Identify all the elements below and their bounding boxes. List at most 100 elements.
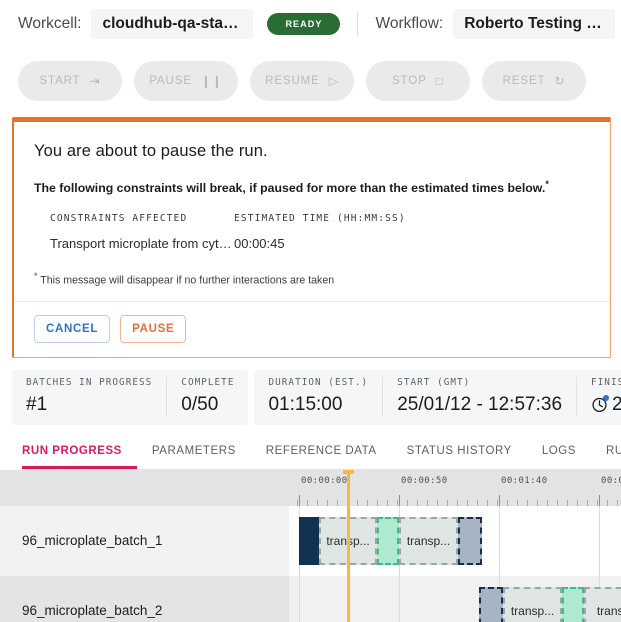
clock-badge-dot xyxy=(603,395,609,401)
playhead-handle[interactable] xyxy=(343,470,354,474)
workflow-label: Workflow: xyxy=(375,15,443,33)
gantt-bar[interactable]: transp... xyxy=(503,587,562,622)
resume-button[interactable]: RESUME ▷ xyxy=(250,61,354,101)
app-root: Workcell: cloudhub-qa-stagin... READY Wo… xyxy=(0,0,621,622)
stat-value: 01:15:00 xyxy=(268,394,368,416)
stat-start: START (GMT) 25/01/12 - 12:57:36 xyxy=(383,377,577,416)
header-divider xyxy=(357,11,358,37)
gantt-row-track[interactable]: transp... transp xyxy=(289,576,621,622)
playhead-marker[interactable] xyxy=(347,506,350,576)
stat-key: BATCHES IN PROGRESS xyxy=(26,377,152,388)
alert-title: You are about to pause the run. xyxy=(34,142,592,161)
reset-icon: ↻ xyxy=(554,75,565,87)
gantt-gridline xyxy=(399,576,400,622)
clock-icon xyxy=(591,396,608,413)
gantt-bar[interactable] xyxy=(299,517,319,565)
gantt-row-label: 96_microplate_batch_1 xyxy=(0,506,289,576)
run-controls: START ⇥ PAUSE ❙❙ RESUME ▷ STOP □ RESET ↻ xyxy=(0,47,621,109)
stat-value-wrap: 25/01/12 - 14:12 xyxy=(591,394,621,416)
workflow-value[interactable]: Roberto Testing - Cyt... xyxy=(453,9,615,39)
stat-key: FINISH (EST. GMT) xyxy=(591,377,621,388)
gantt-time-ruler: 00:00:00 00:00:50 00:01:40 00:0 xyxy=(289,470,621,506)
tab-status-history[interactable]: STATUS HISTORY xyxy=(392,445,527,469)
alert-footnote: * This message will disappear if no furt… xyxy=(34,271,592,287)
tab-logs[interactable]: LOGS xyxy=(527,445,591,469)
stat-complete: COMPLETE 0/50 xyxy=(167,377,248,416)
stop-button[interactable]: STOP □ xyxy=(366,61,470,101)
gantt-bar[interactable] xyxy=(562,587,584,622)
stat-finish: FINISH (EST. GMT) 25/01/12 - 14:12 xyxy=(577,377,621,416)
stat-value: #1 xyxy=(26,394,152,416)
content-tabs: RUN PROGRESS PARAMETERS REFERENCE DATA S… xyxy=(22,445,621,470)
gantt-gridline xyxy=(499,506,500,576)
stat-key: START (GMT) xyxy=(397,377,562,388)
time-tick-label: 00:00:00 xyxy=(301,476,348,486)
stop-label: STOP xyxy=(392,75,427,87)
gantt-row: 96_microplate_batch_2 transp... transp xyxy=(0,576,621,622)
gantt-bar[interactable]: transp... xyxy=(399,517,458,565)
time-tick-label: 00:0 xyxy=(601,476,621,486)
constraints-table-header: CONSTRAINTS AFFECTED ESTIMATED TIME (HH:… xyxy=(34,213,592,224)
constraints-table: CONSTRAINTS AFFECTED ESTIMATED TIME (HH:… xyxy=(34,213,592,251)
top-header: Workcell: cloudhub-qa-stagin... READY Wo… xyxy=(0,0,621,47)
time-tick-major xyxy=(399,495,400,506)
pause-button[interactable]: PAUSE ❙❙ xyxy=(134,61,238,101)
time-tick-major xyxy=(499,495,500,506)
gantt-row-track[interactable]: transp...transp... xyxy=(289,506,621,576)
constraint-time: 00:00:45 xyxy=(234,236,285,251)
tab-run-progress[interactable]: RUN PROGRESS xyxy=(22,445,137,469)
stat-key: COMPLETE xyxy=(181,377,234,388)
cancel-button[interactable]: CANCEL xyxy=(34,315,110,343)
pause-confirmation-panel: You are about to pause the run. The foll… xyxy=(12,117,611,358)
stats-group-batches: BATCHES IN PROGRESS #1 COMPLETE 0/50 xyxy=(12,370,248,425)
gantt-chart: 00:00:00 00:00:50 00:01:40 00:0 96_micropla… xyxy=(0,470,621,622)
gantt-bar[interactable] xyxy=(458,517,482,565)
gantt-bar[interactable] xyxy=(377,517,399,565)
time-tick-label: 00:01:40 xyxy=(501,476,548,486)
tab-run-history[interactable]: RUN HISTORY xyxy=(591,445,621,469)
resume-label: RESUME xyxy=(265,75,320,87)
pause-icon: ❙❙ xyxy=(201,75,223,87)
pause-label: PAUSE xyxy=(149,75,192,87)
alert-subtitle: The following constraints will break, if… xyxy=(34,179,592,195)
time-tick-major xyxy=(299,495,300,506)
footnote-marker: * xyxy=(34,271,38,281)
workcell-label: Workcell: xyxy=(18,15,81,33)
footnote-text: This message will disappear if no furthe… xyxy=(40,275,334,287)
gantt-bar[interactable]: transp xyxy=(584,587,621,622)
gantt-row-label: 96_microplate_batch_2 xyxy=(0,576,289,622)
playhead-marker[interactable] xyxy=(347,576,350,622)
alert-actions: CANCEL PAUSE xyxy=(34,302,592,343)
workcell-value[interactable]: cloudhub-qa-stagin... xyxy=(91,9,253,39)
start-label: START xyxy=(39,75,80,87)
alert-subtitle-marker: * xyxy=(545,179,549,189)
pause-confirm-button[interactable]: PAUSE xyxy=(120,315,186,343)
stats-group-timing: DURATION (EST.) 01:15:00 START (GMT) 25/… xyxy=(254,370,621,425)
resume-icon: ▷ xyxy=(329,75,339,87)
tab-reference-data[interactable]: REFERENCE DATA xyxy=(251,445,392,469)
stat-duration: DURATION (EST.) 01:15:00 xyxy=(254,377,383,416)
status-badge: READY xyxy=(267,13,340,35)
gantt-gridline xyxy=(299,576,300,622)
reset-button[interactable]: RESET ↻ xyxy=(482,61,586,101)
time-tick-major xyxy=(599,495,600,506)
stat-value: 25/01/12 - 14:12 xyxy=(612,394,621,416)
stop-icon: □ xyxy=(436,75,444,87)
tab-parameters[interactable]: PARAMETERS xyxy=(137,445,251,469)
table-row: Transport microplate from cytoma... 00:0… xyxy=(34,236,592,251)
gantt-row: 96_microplate_batch_1 transp...transp... xyxy=(0,506,621,576)
start-button[interactable]: START ⇥ xyxy=(18,61,122,101)
gantt-gridline xyxy=(599,506,600,576)
stat-key: DURATION (EST.) xyxy=(268,377,368,388)
alert-subtitle-text: The following constraints will break, if… xyxy=(34,181,545,195)
stat-batches-in-progress: BATCHES IN PROGRESS #1 xyxy=(12,377,167,416)
gantt-bar[interactable] xyxy=(479,587,503,622)
start-icon: ⇥ xyxy=(90,75,101,87)
run-stats-bar: BATCHES IN PROGRESS #1 COMPLETE 0/50 DUR… xyxy=(12,370,611,425)
time-tick-label: 00:00:50 xyxy=(401,476,448,486)
col-constraint-header: CONSTRAINTS AFFECTED xyxy=(34,213,234,224)
reset-label: RESET xyxy=(503,75,546,87)
gantt-timeline-header: 00:00:00 00:00:50 00:01:40 00:0 xyxy=(0,470,621,506)
gantt-header-spacer xyxy=(0,470,289,506)
playhead-marker-header[interactable] xyxy=(347,470,350,506)
